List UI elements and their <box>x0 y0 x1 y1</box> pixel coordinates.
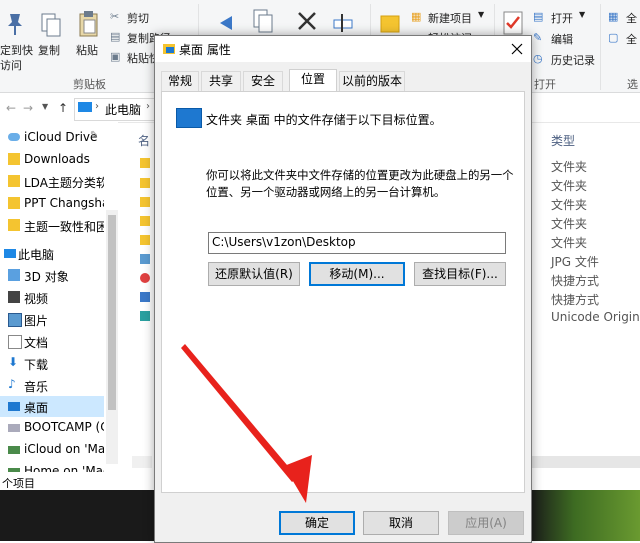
arrow-shaft <box>181 344 298 482</box>
arrow-head <box>284 455 312 503</box>
annotation-arrow <box>181 344 312 503</box>
